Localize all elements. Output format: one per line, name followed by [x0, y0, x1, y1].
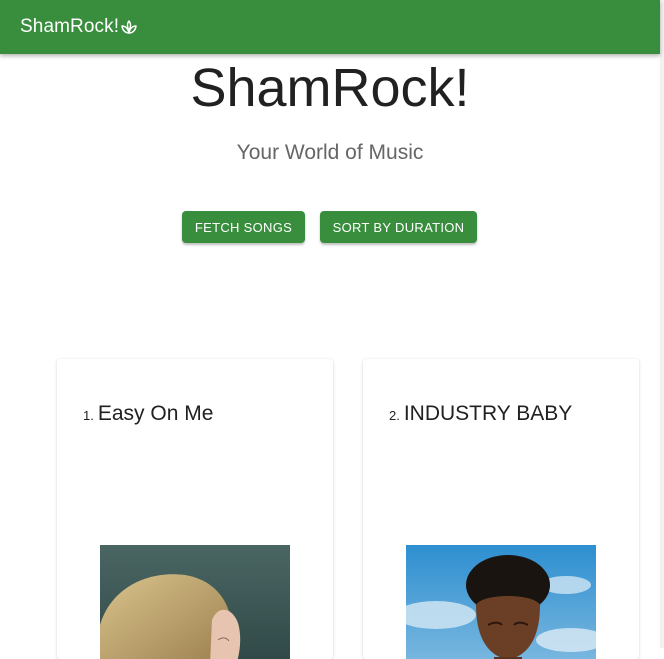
app-bar: ShamRock!: [0, 0, 660, 54]
album-cover-image: [406, 545, 596, 659]
song-number: 2.: [389, 408, 400, 423]
spa-leaf-icon: [120, 18, 138, 36]
fetch-songs-button[interactable]: FETCH SONGS: [182, 211, 305, 243]
scrollbar[interactable]: [660, 0, 664, 648]
sort-by-duration-button[interactable]: SORT BY DURATION: [320, 211, 477, 243]
song-title-row: 1. Easy On Me: [83, 402, 213, 426]
song-number: 1.: [83, 408, 94, 423]
song-card[interactable]: 2. INDUSTRY BABY: [363, 359, 639, 659]
page-subtitle: Your World of Music: [236, 141, 424, 164]
song-card[interactable]: 1. Easy On Me: [57, 359, 333, 659]
album-cover-image: [100, 545, 290, 659]
brand-name[interactable]: ShamRock!: [20, 16, 119, 38]
song-title: Easy On Me: [97, 402, 214, 425]
song-title: INDUSTRY BABY: [403, 402, 573, 425]
page-title: ShamRock!: [190, 58, 470, 118]
song-title-row: 2. INDUSTRY BABY: [389, 402, 572, 426]
